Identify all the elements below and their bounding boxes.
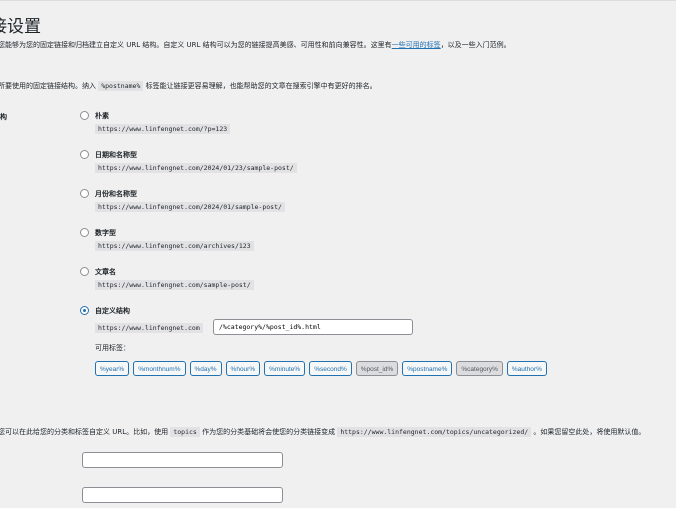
custom-base-url: https://www.linfengnet.com bbox=[95, 323, 203, 333]
option-label: 自定义结构 bbox=[95, 307, 130, 315]
radio-month-and-name[interactable] bbox=[80, 189, 89, 198]
tag-day-button[interactable]: %day% bbox=[189, 361, 222, 376]
radio-numeric[interactable] bbox=[80, 228, 89, 237]
tag-year-button[interactable]: %year% bbox=[95, 361, 130, 376]
structure-text-after: 标签能让链接更容易理解，也能帮助您的文章在搜索引擎中有更好的排名。 bbox=[145, 82, 377, 90]
custom-structure-input[interactable] bbox=[213, 319, 413, 335]
option-example-url: https://www.linfengnet.com/sample-post/ bbox=[95, 280, 254, 290]
optional-text-mid: 作为您的分类基础将会使您的分类链接变成 bbox=[202, 428, 336, 436]
structure-text-before: 所要使用的固定链接结构。纳入 bbox=[0, 82, 96, 90]
option-example-url: https://www.linfengnet.com/archives/123 bbox=[95, 241, 254, 251]
option-label: 朴素 bbox=[95, 112, 109, 120]
option-label: 数字型 bbox=[95, 229, 116, 237]
tag-category-button[interactable]: %category% bbox=[456, 361, 503, 376]
category-base-input[interactable] bbox=[82, 452, 283, 468]
optional-text-after: 。如果您留空此处，将使用默认值。 bbox=[533, 428, 646, 436]
tag-author-button[interactable]: %author% bbox=[506, 361, 547, 376]
intro-tail-after-link: ，以及一些入门范例。 bbox=[440, 41, 511, 49]
radio-plain[interactable] bbox=[80, 111, 89, 120]
tag-second-button[interactable]: %second% bbox=[309, 361, 352, 376]
structure-description: 所要使用的固定链接结构。纳入 %postname% 标签能让链接更容易理解，也能… bbox=[0, 81, 377, 91]
option-example-url: https://www.linfengnet.com/2024/01/23/sa… bbox=[95, 163, 297, 173]
postname-code: %postname% bbox=[98, 81, 144, 91]
radio-custom-structure[interactable] bbox=[80, 306, 89, 315]
top-divider bbox=[0, 0, 676, 1]
option-example-url: https://www.linfengnet.com/?p=123 bbox=[95, 124, 231, 134]
tag-monthnum-button[interactable]: %monthnum% bbox=[133, 361, 186, 376]
tag-post-id-button[interactable]: %post_id% bbox=[355, 361, 399, 376]
intro-tail-before-link: 这里有 bbox=[370, 41, 392, 49]
optional-text-before: 您可以在此给您的分类和标签自定义 URL。比如，使用 bbox=[0, 428, 169, 436]
available-tags: %year% %monthnum% %day% %hour% %minute% … bbox=[95, 361, 547, 376]
tag-postname-button[interactable]: %postname% bbox=[402, 361, 453, 376]
available-tags-link[interactable]: 一些可用的标签 bbox=[392, 41, 441, 49]
structure-row-label: 构 bbox=[0, 113, 7, 121]
option-label: 日期和名称型 bbox=[95, 151, 137, 159]
tag-base-input[interactable] bbox=[82, 487, 283, 503]
example-category-url: https://www.linfengnet.com/topics/uncate… bbox=[337, 427, 532, 437]
radio-day-and-name[interactable] bbox=[80, 150, 89, 159]
tag-minute-button[interactable]: %minute% bbox=[264, 361, 306, 376]
optional-description: 您可以在此给您的分类和标签自定义 URL。比如，使用 topics 作为您的分类… bbox=[0, 427, 645, 437]
intro-text: 您能够为您的固定链接和归档建立自定义 URL 结构。自定义 URL 结构可以为您… bbox=[0, 40, 511, 50]
intro-main: 您能够为您的固定链接和归档建立自定义 URL 结构。自定义 URL 结构可以为您… bbox=[0, 41, 371, 49]
topics-code: topics bbox=[170, 427, 200, 437]
tag-hour-button[interactable]: %hour% bbox=[225, 361, 261, 376]
radio-post-name[interactable] bbox=[80, 267, 89, 276]
option-example-url: https://www.linfengnet.com/2024/01/sampl… bbox=[95, 202, 285, 212]
option-label: 文章名 bbox=[95, 268, 116, 276]
page-title: 接设置 bbox=[0, 17, 41, 37]
permalink-settings-page: 接设置 您能够为您的固定链接和归档建立自定义 URL 结构。自定义 URL 结构… bbox=[0, 0, 676, 508]
available-tags-label: 可用标签： bbox=[95, 344, 130, 352]
option-label: 月份和名称型 bbox=[95, 190, 137, 198]
